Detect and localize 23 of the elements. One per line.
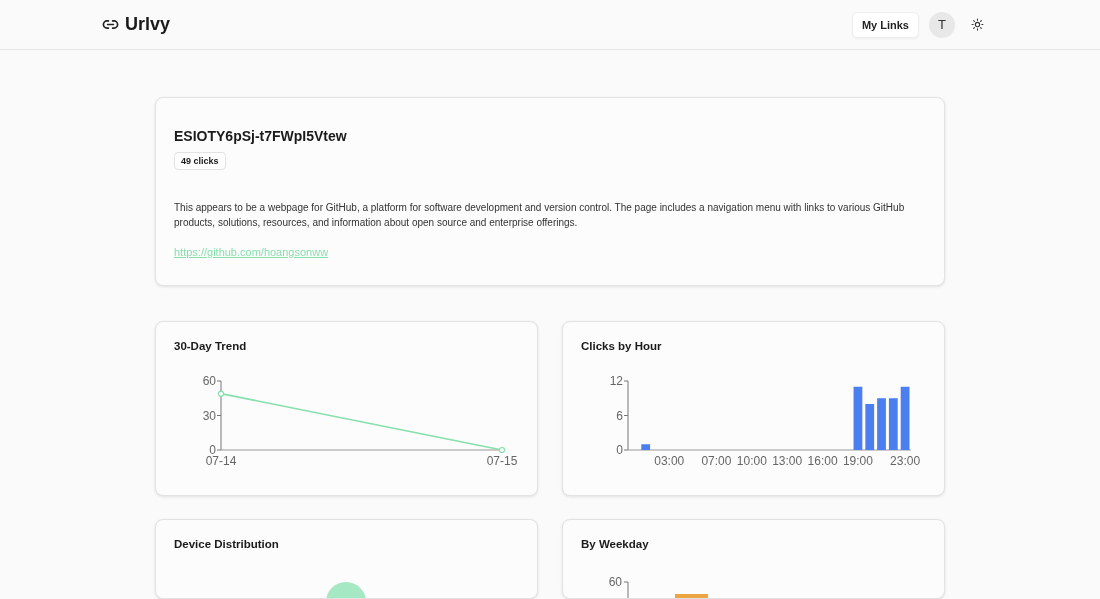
y-tick-label: 60: [202, 374, 216, 388]
x-tick-label: 23:00: [890, 454, 921, 466]
x-tick-label: 16:00: [807, 454, 838, 466]
card-title: By Weekday: [581, 538, 650, 550]
clicks-badge: 49 clicks: [174, 152, 226, 170]
card-title: 30-Day Trend: [174, 340, 248, 352]
card-title: Clicks by Hour: [581, 340, 663, 352]
y-tick-label: 0: [209, 443, 216, 457]
card-title: Device Distribution: [174, 538, 280, 550]
x-tick-label: 07-15: [486, 454, 518, 466]
x-tick-label: 03:00: [654, 454, 685, 466]
y-tick-label: 6: [616, 408, 623, 423]
x-tick-label: 13:00: [772, 454, 803, 466]
y-tick-label: 12: [609, 374, 623, 388]
y-tick-label: 60: [608, 575, 622, 589]
y-tick-label: 30: [202, 408, 216, 423]
x-tick-label: 07:00: [701, 454, 732, 466]
x-tick-label: 10:00: [736, 454, 767, 466]
x-tick-label: 07-14: [205, 454, 237, 466]
short-code: ESIOTY6pSj-t7FWpI5Vtew: [174, 128, 348, 144]
x-tick-label: 19:00: [842, 454, 873, 466]
link-description: This appears to be a webpage for GitHub, a platform for software development and version control. The page includes a navigation menu with links to various GitHub products, solutions, resources, and information about open source and enterprise offerings.: [174, 201, 906, 230]
y-tick-label: 0: [616, 443, 623, 457]
